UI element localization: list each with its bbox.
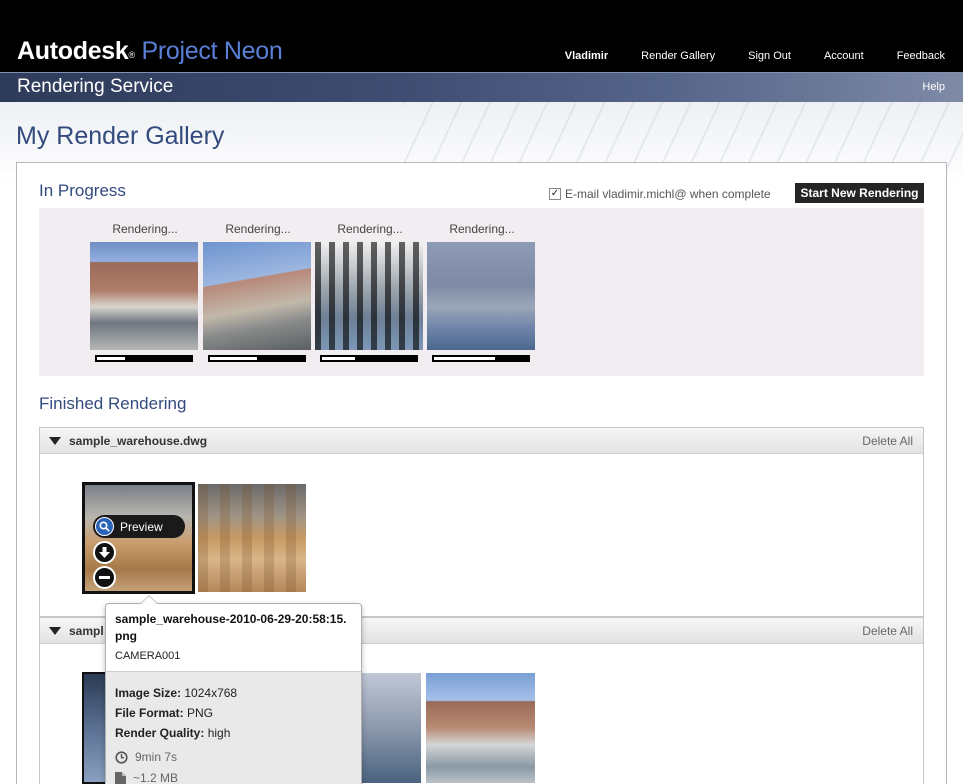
page-title: My Render Gallery [16, 122, 225, 150]
progress-bar [208, 355, 306, 362]
image-info-tooltip: sample_warehouse-2010-06-29-20:58:15.png… [105, 595, 362, 784]
magnifier-icon [95, 517, 114, 536]
tooltip-camera: CAMERA001 [115, 650, 181, 662]
tooltip-file-size: ~1.2 MB [115, 768, 352, 784]
progress-thumbnail[interactable] [427, 242, 535, 350]
in-progress-title: In Progress [39, 181, 126, 200]
download-arrow-icon [99, 546, 110, 558]
progress-thumbnail[interactable] [90, 242, 198, 350]
registered-mark: ® [128, 50, 136, 60]
top-nav: Vladimir Render Gallery Sign Out Account… [532, 50, 945, 62]
rendered-thumbnail[interactable] [362, 673, 421, 783]
collapse-triangle-icon[interactable] [49, 437, 61, 445]
tooltip-filename: sample_warehouse-2010-06-29-20:58:15.png [115, 612, 347, 643]
tooltip-arrow [140, 595, 158, 604]
file-group-header[interactable]: sample_warehouse.dwg Delete All [40, 428, 923, 454]
tooltip-file-format: File Format: PNG [115, 706, 214, 720]
email-label: E-mail vladimir.michl@ when complete [565, 187, 771, 201]
download-button[interactable] [93, 541, 116, 564]
file-icon [115, 771, 126, 784]
preview-button[interactable]: Preview [93, 515, 185, 538]
nav-feedback[interactable]: Feedback [897, 50, 945, 62]
nav-render-gallery[interactable]: Render Gallery [641, 50, 715, 62]
finished-title: Finished Rendering [39, 394, 187, 413]
progress-bar [95, 355, 193, 362]
nav-sign-out[interactable]: Sign Out [748, 50, 791, 62]
progress-bar-fill [210, 357, 257, 360]
progress-bar-fill [97, 357, 125, 360]
tooltip-image-size: Image Size: 1024x768 [115, 686, 238, 700]
minus-icon [99, 575, 110, 579]
brand-name: Autodesk [17, 37, 129, 65]
in-progress-list: Rendering... Rendering... Rendering... R… [39, 208, 924, 376]
rendered-thumbnail[interactable] [198, 484, 306, 592]
progress-bar [432, 355, 530, 362]
progress-thumbnail[interactable] [203, 242, 311, 350]
progress-status: Rendering... [112, 222, 178, 236]
progress-status: Rendering... [449, 222, 515, 236]
delete-button[interactable] [93, 566, 116, 589]
progress-thumbnail[interactable] [315, 242, 423, 350]
preview-label: Preview [120, 519, 163, 534]
file-group-name: sampl [69, 624, 104, 638]
tooltip-render-time: 9min 7s [115, 747, 352, 767]
start-new-rendering-button[interactable]: Start New Rendering [795, 183, 924, 203]
app-logo: Autodesk® Project Neon [17, 36, 283, 66]
nav-user: Vladimir [564, 50, 609, 62]
nav-account[interactable]: Account [824, 50, 864, 62]
delete-all-link[interactable]: Delete All [862, 624, 913, 638]
collapse-triangle-icon[interactable] [49, 627, 61, 635]
product-name: Project Neon [141, 37, 283, 65]
clock-icon [115, 750, 128, 764]
file-group-name: sample_warehouse.dwg [69, 434, 208, 448]
progress-status: Rendering... [337, 222, 403, 236]
service-bar: Rendering Service Help [0, 72, 963, 102]
help-link[interactable]: Help [922, 81, 945, 93]
top-header: Autodesk® Project Neon Vladimir Render G… [0, 0, 963, 72]
progress-status: Rendering... [225, 222, 291, 236]
email-checkbox[interactable]: ✓ [549, 188, 561, 200]
service-title: Rendering Service [17, 76, 174, 97]
delete-all-link[interactable]: Delete All [862, 434, 913, 448]
progress-bar-fill [434, 357, 495, 360]
tooltip-render-quality: Render Quality: high [115, 726, 231, 740]
email-notify: ✓ E-mail vladimir.michl@ when complete [549, 187, 771, 201]
rendered-thumbnail[interactable] [426, 673, 535, 783]
progress-bar-fill [322, 357, 355, 360]
progress-bar [320, 355, 418, 362]
